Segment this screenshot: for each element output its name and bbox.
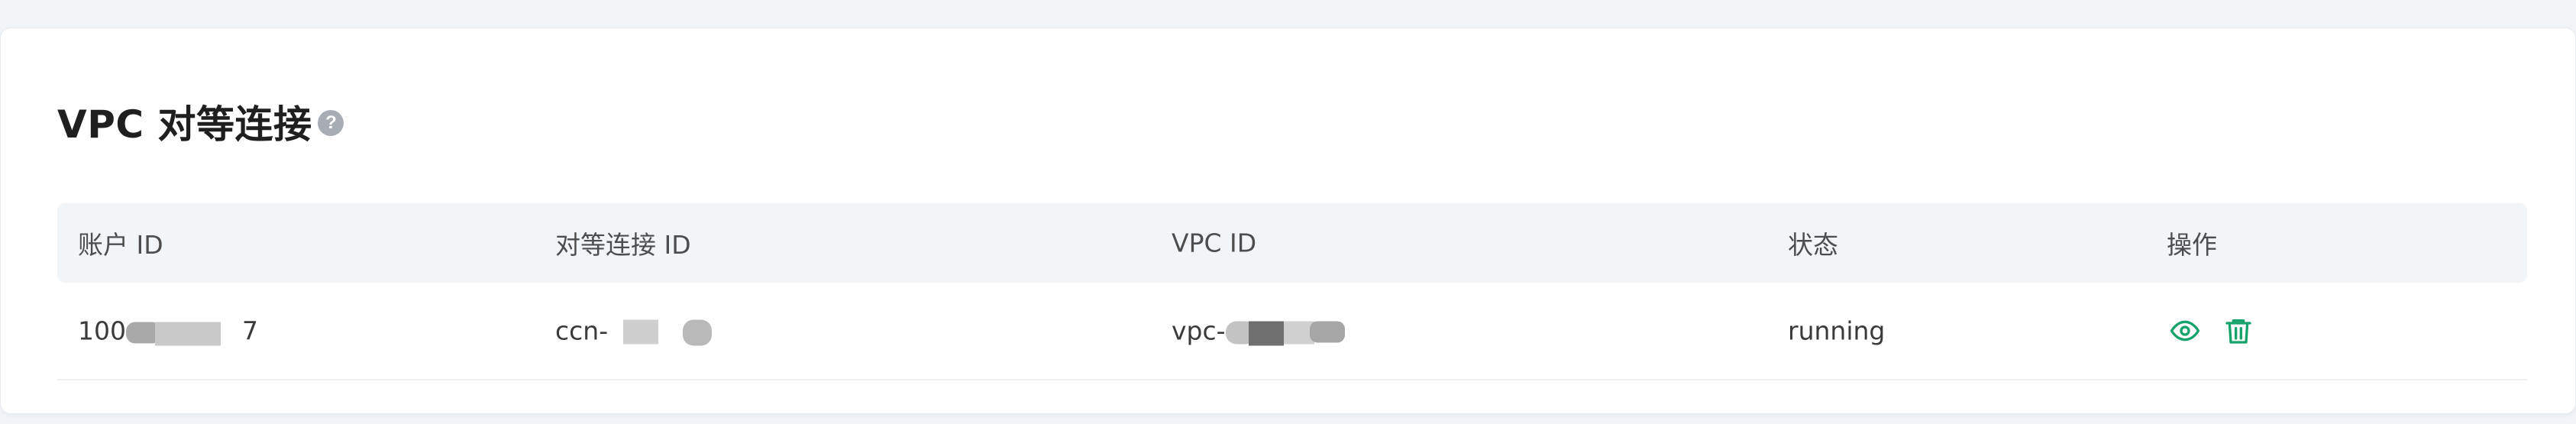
vpc-peering-card: VPC 对等连接 ? 账户 ID 对等连接 ID VPC ID 状态 操作 10…	[0, 28, 2576, 414]
table-row: 100 7 ccn- vpc- running	[57, 283, 2527, 380]
view-button[interactable]	[2167, 312, 2203, 349]
vpc-id-cell[interactable]: vpc-	[1172, 316, 1345, 346]
peering-id-cell[interactable]: ccn-	[555, 316, 713, 346]
trash-icon	[2225, 319, 2251, 344]
row-actions	[2167, 312, 2257, 349]
account-id-prefix: 100	[78, 316, 126, 346]
column-header-vpc-id: VPC ID	[1172, 228, 1257, 258]
question-circle-icon[interactable]: ?	[318, 110, 344, 136]
peering-table: 账户 ID 对等连接 ID VPC ID 状态 操作 100 7 ccn- vp…	[57, 203, 2527, 380]
column-header-actions: 操作	[2167, 230, 2217, 260]
redacted-block	[1225, 321, 1345, 345]
eye-icon	[2170, 320, 2200, 341]
status-cell: running	[1788, 316, 1886, 346]
section-header: VPC 对等连接 ?	[57, 91, 344, 152]
account-id-suffix: 7	[242, 316, 258, 346]
vpc-id-prefix: vpc-	[1172, 316, 1226, 346]
redacted-block	[623, 319, 713, 345]
delete-button[interactable]	[2220, 312, 2257, 349]
redacted-block	[126, 322, 221, 345]
section-title: VPC 对等连接	[57, 102, 312, 147]
column-header-status: 状态	[1788, 230, 1838, 260]
account-id-cell: 100 7	[78, 316, 258, 346]
peering-id-prefix: ccn-	[555, 316, 609, 346]
table-header: 账户 ID 对等连接 ID VPC ID 状态 操作	[57, 203, 2527, 283]
column-header-account-id: 账户 ID	[78, 230, 163, 260]
column-header-peering-id: 对等连接 ID	[555, 230, 691, 260]
